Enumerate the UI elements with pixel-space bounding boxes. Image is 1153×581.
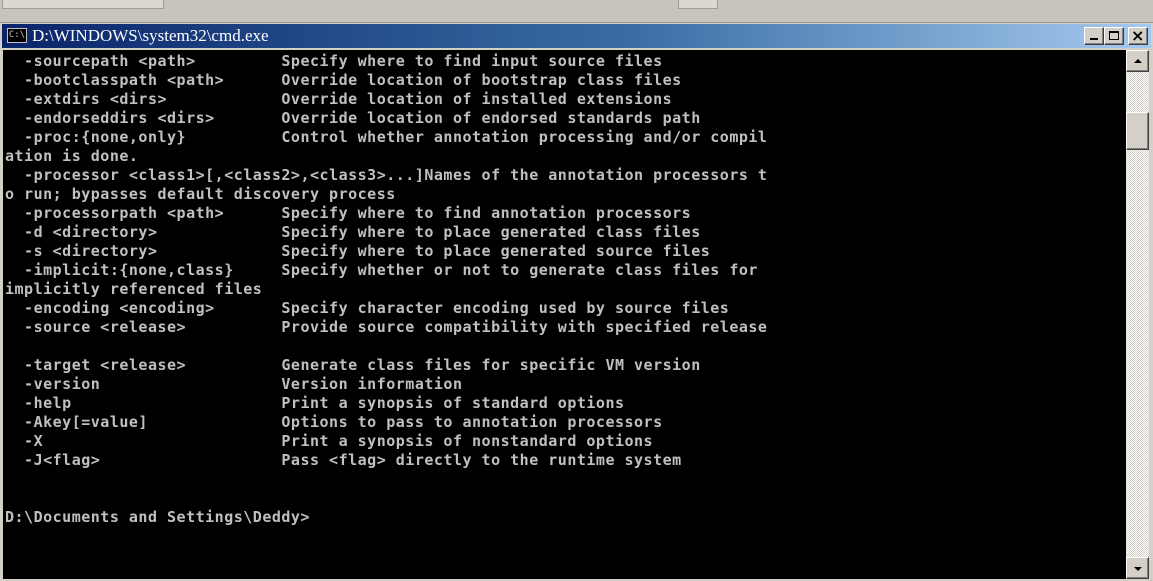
console-line: -endorseddirs <dirs> Override location o… (5, 109, 701, 127)
close-icon: × (1131, 26, 1145, 45)
cmd-window: C:\ D:\WINDOWS\system32\cmd.exe × -sourc… (0, 0, 1153, 581)
scroll-down-arrow-icon (1134, 567, 1142, 571)
maximize-icon (1109, 31, 1119, 40)
console-line: -version Version information (5, 375, 463, 393)
scroll-up-arrow-icon (1134, 59, 1142, 63)
window-title: D:\WINDOWS\system32\cmd.exe (32, 26, 269, 45)
scroll-down-button[interactable] (1126, 557, 1149, 579)
console-line: -processorpath <path> Specify where to f… (5, 204, 692, 222)
console-line: implicitly referenced files (5, 280, 263, 298)
close-button[interactable]: × (1128, 26, 1148, 45)
console-app-icon[interactable]: C:\ (7, 28, 27, 43)
console-output[interactable]: -sourcepath <path> Specify where to find… (3, 50, 1126, 579)
console-line: -processor <class1>[,<class2>,<class3>..… (5, 166, 768, 184)
console-line: -sourcepath <path> Specify where to find… (5, 52, 663, 70)
title-bar[interactable]: C:\ D:\WINDOWS\system32\cmd.exe × (2, 24, 1151, 48)
background-tab (2, 0, 164, 9)
console-line: o run; bypasses default discovery proces… (5, 185, 396, 203)
console-line: -source <release> Provide source compati… (5, 318, 768, 336)
console-lines: -sourcepath <path> Specify where to find… (5, 52, 767, 527)
background-window-strip (0, 0, 1153, 23)
vertical-scrollbar[interactable] (1126, 50, 1149, 579)
minimize-button[interactable] (1084, 27, 1104, 45)
console-line: -proc:{none,only} Control whether annota… (5, 128, 768, 146)
console-line: -bootclasspath <path> Override location … (5, 71, 682, 89)
scroll-up-button[interactable] (1126, 50, 1149, 72)
minimize-icon (1090, 38, 1098, 40)
console-line: -help Print a synopsis of standard optio… (5, 394, 625, 412)
console-line: ation is done. (5, 147, 139, 165)
console-line: D:\Documents and Settings\Deddy> (5, 508, 310, 526)
console-line: -encoding <encoding> Specify character e… (5, 299, 730, 317)
console-line: -extdirs <dirs> Override location of ins… (5, 90, 673, 108)
console-line: -X Print a synopsis of nonstandard optio… (5, 432, 654, 450)
background-tab (678, 0, 718, 9)
console-line: -target <release> Generate class files f… (5, 356, 701, 374)
console-line: -s <directory> Specify where to place ge… (5, 242, 711, 260)
console-line: -implicit:{none,class} Specify whether o… (5, 261, 758, 279)
console-line: -J<flag> Pass <flag> directly to the run… (5, 451, 682, 469)
console-line: -d <directory> Specify where to place ge… (5, 223, 701, 241)
scroll-thumb[interactable] (1126, 112, 1149, 150)
maximize-button[interactable] (1104, 27, 1124, 45)
console-line: -Akey[=value] Options to pass to annotat… (5, 413, 663, 431)
